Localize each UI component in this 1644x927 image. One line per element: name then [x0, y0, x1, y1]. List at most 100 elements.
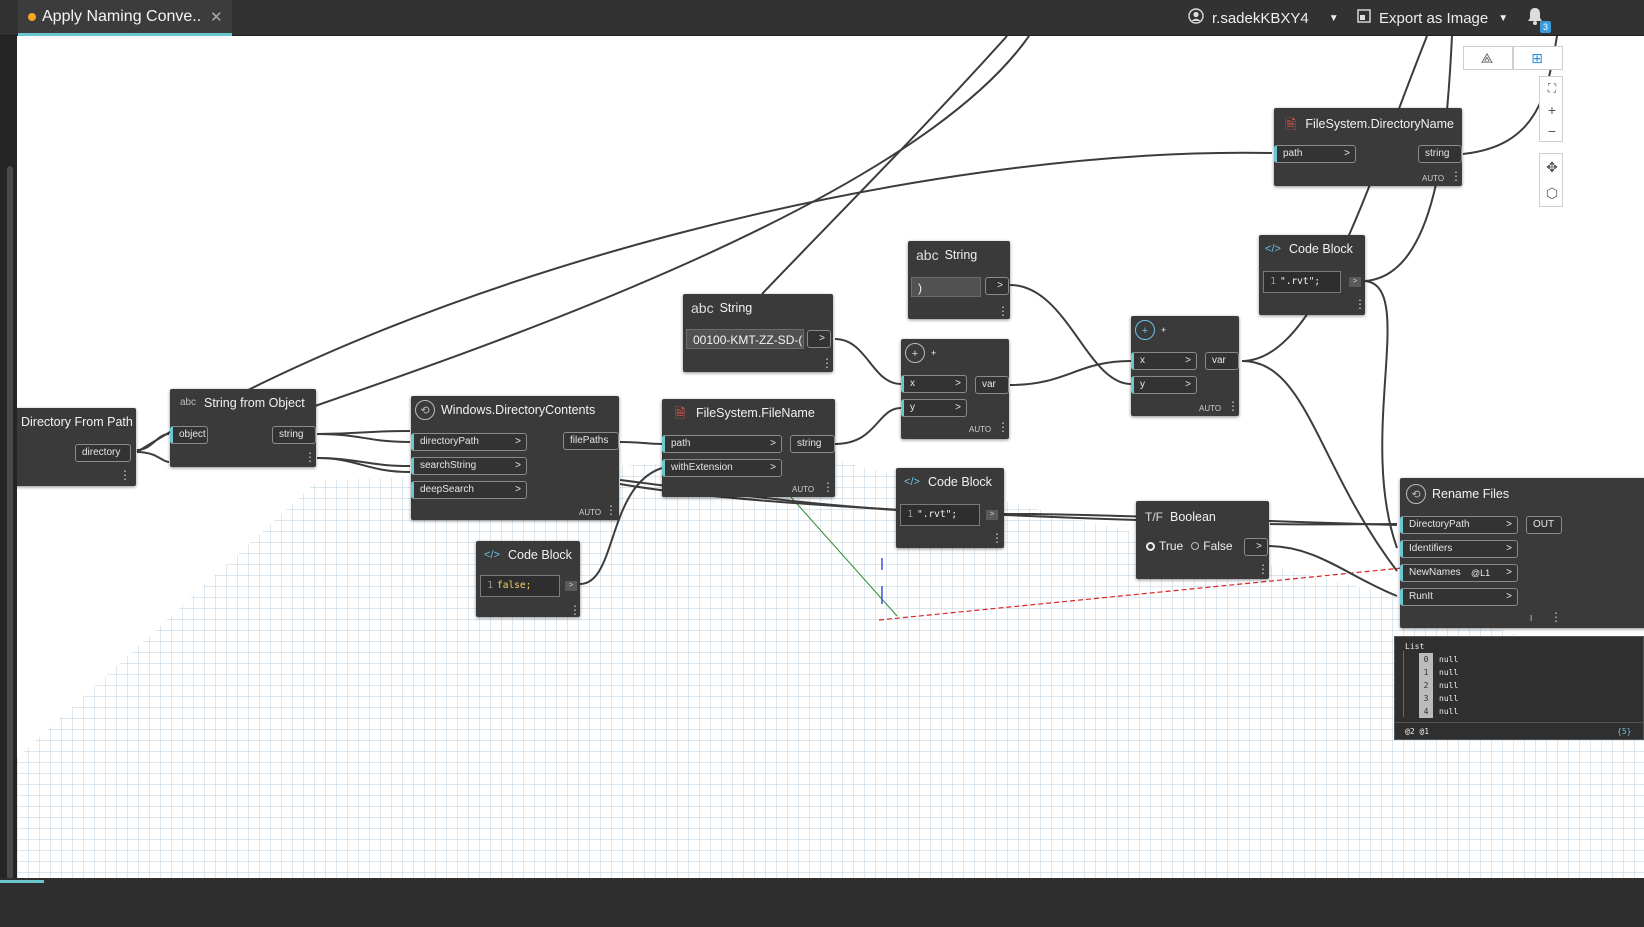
user-menu[interactable]: r.sadekKBXY4 ▼: [1188, 0, 1339, 36]
node-directory-from-path[interactable]: Directory From Path directory ⋮: [17, 408, 136, 486]
preview-divider: [1395, 722, 1644, 723]
node-menu-icon[interactable]: ⋮: [822, 481, 834, 493]
close-icon[interactable]: ✕: [210, 8, 223, 26]
input-port-directorypath[interactable]: DirectoryPath >: [1400, 516, 1518, 534]
node-string-prefix[interactable]: abc String 00100-KMT-ZZ-SD-( > ⋮: [683, 294, 833, 372]
library-panel-scroll[interactable]: [0, 36, 17, 927]
node-rename-files[interactable]: ⟲ Rename Files DirectoryPath > Identifier…: [1400, 478, 1644, 628]
output-port-var[interactable]: var: [975, 376, 1009, 394]
code-editor[interactable]: 1 false;: [480, 575, 560, 597]
output-port-string[interactable]: string: [272, 426, 316, 444]
notifications-button[interactable]: 3: [1526, 0, 1552, 36]
graph-view-toggle[interactable]: ⊞: [1513, 46, 1563, 70]
node-filesystem-filename[interactable]: 🗎 FileSystem.FileName path > withExtensio…: [662, 399, 835, 497]
input-port-object[interactable]: object: [170, 426, 208, 444]
status-bar: [0, 878, 1644, 927]
input-port-x[interactable]: x >: [1131, 352, 1197, 370]
node-code-block-rvt-2[interactable]: </> Code Block 1 ".rvt"; > ⋮: [1259, 235, 1366, 315]
input-port-deepsearch[interactable]: deepSearch >: [411, 481, 527, 499]
pan-icon[interactable]: ✥: [1539, 156, 1565, 178]
input-port-x[interactable]: x >: [901, 375, 967, 393]
input-port-withextension[interactable]: withExtension >: [662, 459, 782, 477]
output-port[interactable]: >: [1349, 277, 1361, 287]
export-image-icon: [1357, 9, 1371, 27]
input-port-y[interactable]: y >: [1131, 376, 1197, 394]
node-menu-icon[interactable]: ⋮: [1257, 563, 1269, 575]
output-port[interactable]: >: [807, 330, 831, 348]
node-menu-icon[interactable]: ⋮: [304, 451, 316, 463]
node-menu-icon[interactable]: ⋮: [1450, 170, 1462, 182]
input-port-path[interactable]: path >: [662, 435, 782, 453]
output-port-string[interactable]: string: [790, 435, 835, 453]
output-port[interactable]: >: [1244, 538, 1268, 556]
node-menu-icon[interactable]: ⋮: [1550, 611, 1562, 623]
navigation-toolbar: ✥ ⬡: [1539, 153, 1563, 207]
zoom-out-icon[interactable]: −: [1539, 120, 1565, 142]
node-filesystem-directoryname[interactable]: 🗎 FileSystem.DirectoryName path > string …: [1274, 108, 1462, 186]
boolean-icon: T/F: [1145, 510, 1163, 524]
node-add-1[interactable]: + + x > y > var AUTO ⋮: [901, 339, 1009, 439]
chevron-down-icon[interactable]: ▼: [1329, 13, 1339, 24]
node-menu-icon[interactable]: ⋮: [997, 305, 1009, 317]
export-label: Export as Image: [1379, 9, 1489, 27]
string-value-input[interactable]: ): [911, 277, 981, 297]
input-port-runit[interactable]: RunIt >: [1400, 588, 1518, 606]
input-port-identifiers[interactable]: Identifiers >: [1400, 540, 1518, 558]
node-menu-icon[interactable]: ⋮: [821, 357, 833, 369]
node-menu-icon[interactable]: ⋮: [605, 504, 617, 516]
output-port-var[interactable]: var: [1205, 352, 1239, 370]
code-editor[interactable]: 1 ".rvt";: [900, 504, 980, 526]
orbit-icon[interactable]: ⬡: [1539, 182, 1565, 204]
node-menu-icon[interactable]: ⋮: [119, 469, 131, 481]
radio-false[interactable]: [1191, 542, 1200, 550]
zoom-in-icon[interactable]: +: [1539, 99, 1565, 121]
node-code-block-false[interactable]: </> Code Block 1 false; > ⋮: [476, 541, 581, 617]
node-menu-icon[interactable]: ⋮: [991, 532, 1003, 544]
node-title: Boolean: [1170, 510, 1216, 524]
graph-canvas[interactable]: Directory From Path directory ⋮ abc Stri…: [17, 36, 1644, 878]
chevron-down-icon[interactable]: ▼: [1498, 13, 1508, 24]
output-port[interactable]: >: [565, 581, 577, 591]
output-port-string[interactable]: string: [1418, 145, 1462, 163]
preview-item-index: 3: [1419, 692, 1433, 705]
workspace-tab[interactable]: Apply Naming Conve... ✕: [18, 0, 232, 36]
output-port-filepaths[interactable]: filePaths: [563, 432, 619, 450]
add-icon: +: [1135, 320, 1155, 340]
output-port[interactable]: >: [986, 510, 998, 520]
radio-true[interactable]: [1146, 541, 1155, 551]
boolean-toggle[interactable]: True False: [1146, 539, 1233, 553]
lacing-label: I: [1530, 614, 1533, 623]
python-script-icon: ⟲: [415, 400, 435, 420]
input-port-searchstring[interactable]: searchString >: [411, 457, 527, 475]
output-port-out[interactable]: OUT: [1526, 516, 1562, 534]
node-menu-icon[interactable]: ⋮: [1227, 400, 1239, 412]
lacing-label: AUTO: [579, 508, 602, 517]
export-as-image-button[interactable]: Export as Image ▼: [1357, 0, 1508, 36]
scrollbar[interactable]: [7, 166, 13, 886]
input-port-path[interactable]: path >: [1274, 145, 1356, 163]
title-bar: Apply Naming Conve... ✕ r.sadekKBXY4 ▼ E…: [0, 0, 1644, 36]
preview-item-value: null: [1439, 681, 1459, 690]
output-port[interactable]: >: [985, 277, 1009, 295]
string-value-input[interactable]: 00100-KMT-ZZ-SD-(: [686, 329, 804, 349]
node-menu-icon[interactable]: ⋮: [569, 604, 581, 616]
input-port-directorypath[interactable]: directoryPath >: [411, 433, 527, 451]
geometry-view-icon: ⟁: [1480, 50, 1494, 66]
node-code-block-rvt-1[interactable]: </> Code Block 1 ".rvt"; > ⋮: [896, 468, 1004, 548]
node-menu-icon[interactable]: ⋮: [997, 421, 1009, 433]
node-add-2[interactable]: + + x > y > var AUTO ⋮: [1131, 316, 1239, 416]
node-menu-icon[interactable]: ⋮: [1354, 298, 1366, 310]
user-name: r.sadekKBXY4: [1212, 9, 1309, 27]
input-port-newnames[interactable]: NewNames @L1 >: [1400, 564, 1518, 582]
node-boolean[interactable]: T/F Boolean True False > ⋮: [1136, 501, 1269, 579]
node-windows-directory-contents[interactable]: ⟲ Windows.DirectoryContents directoryPat…: [411, 396, 619, 520]
input-port-y[interactable]: y >: [901, 399, 967, 417]
output-port-directory[interactable]: directory: [75, 444, 131, 462]
node-string-from-object[interactable]: abc String from Object object string ⋮: [170, 389, 316, 467]
code-editor[interactable]: 1 ".rvt";: [1263, 271, 1341, 293]
fit-view-icon[interactable]: ⛶: [1539, 77, 1565, 99]
lacing-label: AUTO: [1199, 404, 1222, 413]
background-preview-toggle[interactable]: ⟁: [1463, 46, 1513, 70]
preview-bubble[interactable]: List 0 null 1 null 2 null 3 null 4 null @2 @1 {5}: [1394, 636, 1644, 740]
node-string-paren[interactable]: abc String ) > ⋮: [908, 241, 1010, 319]
